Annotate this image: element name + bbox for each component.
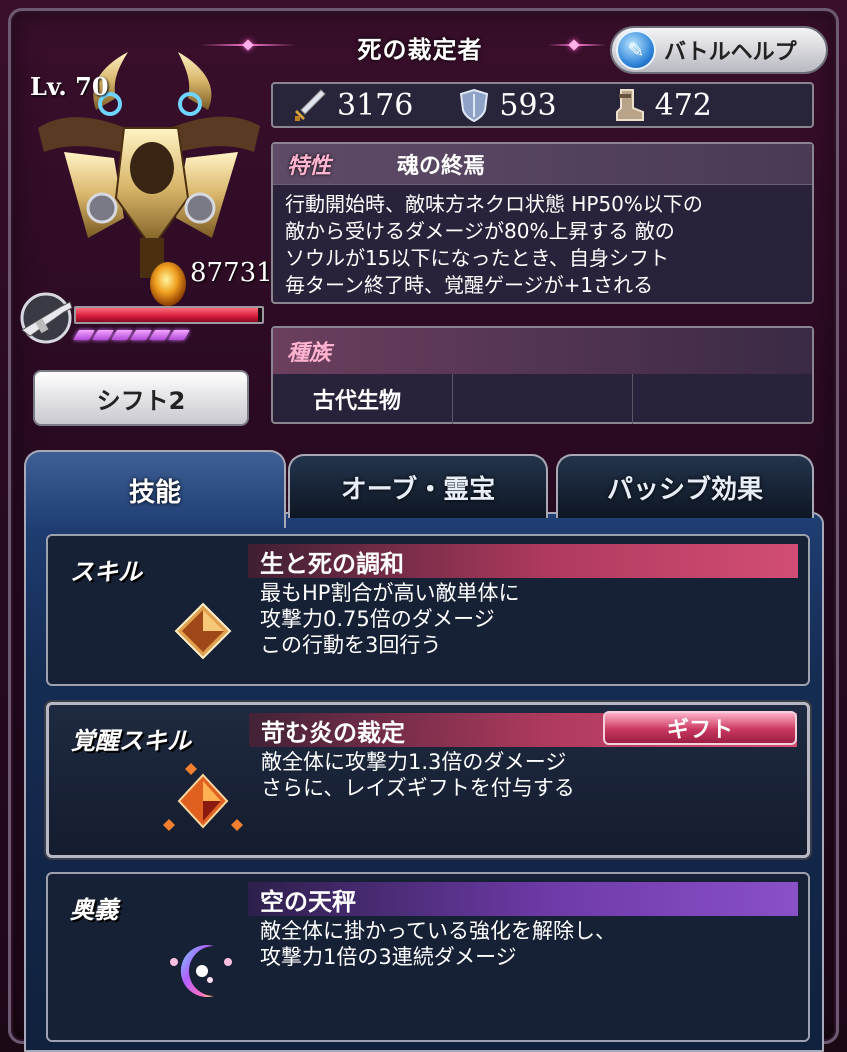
- soul-gauge: [73, 330, 190, 340]
- tab-skills[interactable]: 技能: [24, 450, 286, 528]
- trait-panel: 特性 魂の終焉 行動開始時、敵味方ネクロ状態 HP50%以下の 敵から受けるダメ…: [271, 142, 814, 304]
- skill-line: この行動を3回行う: [260, 633, 442, 657]
- trait-name: 魂の終焉: [397, 154, 486, 179]
- awaken-skill-type-label: 覚醒スキル: [71, 727, 191, 755]
- ultimate-skill-card[interactable]: 奥義 空の天秤 敵全体に掛かっている強化を解除し、 攻撃力1倍の3連続ダメージ: [46, 872, 810, 1042]
- race-label: 種族: [287, 341, 332, 366]
- race-cells: 古代生物: [273, 374, 812, 424]
- skill-name: 生と死の調和: [248, 544, 798, 578]
- help-book-icon: ✎: [616, 30, 656, 70]
- speed-stat: 472: [613, 88, 712, 123]
- defense-stat: 593: [459, 87, 557, 123]
- ultimate-line: 攻撃力1倍の3連続ダメージ: [260, 945, 517, 969]
- race-cell: 古代生物: [273, 374, 453, 424]
- crescent-orb-icon: [170, 945, 232, 997]
- speed-value: 472: [654, 87, 712, 123]
- unit-level: Lv. 70: [30, 72, 109, 101]
- ultimate-skill-name: 空の天秤: [248, 882, 798, 916]
- race-header: 種族: [273, 328, 812, 374]
- tab-passive-effects[interactable]: パッシブ効果: [556, 454, 814, 518]
- race-panel: 種族 古代生物: [271, 326, 814, 424]
- trait-line: ソウルが15以下になったとき、自身シフト: [285, 246, 670, 270]
- gun-weapon-icon: [20, 292, 73, 344]
- race-cell: [453, 374, 633, 424]
- trait-line: 行動開始時、敵味方ネクロ状態 HP50%以下の: [285, 192, 703, 216]
- boot-icon: [615, 89, 644, 121]
- ultimate-description: 敵全体に掛かっている強化を解除し、 攻撃力1倍の3連続ダメージ: [260, 918, 616, 970]
- trait-line: 敵から受けるダメージが80%上昇する 敵の: [285, 219, 675, 243]
- race-cell: [633, 374, 812, 424]
- attack-value: 3176: [337, 87, 414, 123]
- awaken-skill-line: さらに、レイズギフトを付与する: [261, 776, 575, 800]
- skill-card[interactable]: スキル 生と死の調和 最もHP割合が高い敵単体に 攻撃力0.75倍のダメージ こ…: [46, 534, 810, 686]
- skill-description: 最もHP割合が高い敵単体に 攻撃力0.75倍のダメージ この行動を3回行う: [260, 580, 519, 658]
- soul-gauge-pip: [168, 330, 190, 340]
- awaken-skill-description: 敵全体に攻撃力1.3倍のダメージ さらに、レイズギフトを付与する: [261, 749, 575, 801]
- tab-orbs-treasures[interactable]: オーブ・霊宝: [288, 454, 548, 518]
- skill-line: 攻撃力0.75倍のダメージ: [260, 607, 495, 631]
- trait-line: 毎ターン終了時、覚醒ゲージが+1される: [285, 273, 654, 297]
- trait-description: 行動開始時、敵味方ネクロ状態 HP50%以下の 敵から受けるダメージが80%上昇…: [273, 185, 812, 299]
- skill-tabs-area: 技能 オーブ・霊宝 パッシブ効果 スキル 生と死の調和 最もHP割合が高い敵単体…: [14, 450, 834, 1052]
- stats-panel: 3176 593 472: [271, 82, 814, 128]
- awaken-skill-line: 敵全体に攻撃力1.3倍のダメージ: [261, 750, 567, 774]
- gift-badge: ギフト: [603, 711, 797, 745]
- hp-value: 87731: [190, 258, 273, 288]
- ultimate-type-label: 奥義: [70, 896, 118, 924]
- awaken-skill-card[interactable]: 覚醒スキル 苛む炎の裁定 ギフト 敵全体に攻撃力1.3倍のダメージ さらに、レイ…: [46, 702, 810, 858]
- orange-crystal-icon: [174, 602, 232, 660]
- unit-name-title: 死の裁定者: [357, 36, 483, 64]
- battle-help-button[interactable]: ✎ バトルヘルプ: [610, 26, 828, 74]
- shield-icon: [460, 88, 489, 122]
- sword-icon: [295, 89, 326, 121]
- skill-type-label: スキル: [70, 558, 142, 586]
- attack-stat: 3176: [293, 88, 413, 123]
- skill-line: 最もHP割合が高い敵単体に: [260, 581, 520, 605]
- hp-bar: [74, 306, 264, 324]
- hp-bar-fill: [76, 308, 259, 322]
- defense-value: 593: [499, 87, 557, 123]
- header-ornament-right: [548, 38, 608, 52]
- shift-button[interactable]: シフト2: [33, 370, 249, 426]
- trait-header: 特性 魂の終焉: [273, 144, 812, 185]
- trait-label: 特性: [287, 154, 332, 179]
- ultimate-line: 敵全体に掛かっている強化を解除し、: [260, 919, 616, 943]
- fire-crystal-icon: [163, 763, 243, 831]
- battle-help-label: バトルヘルプ: [664, 40, 797, 65]
